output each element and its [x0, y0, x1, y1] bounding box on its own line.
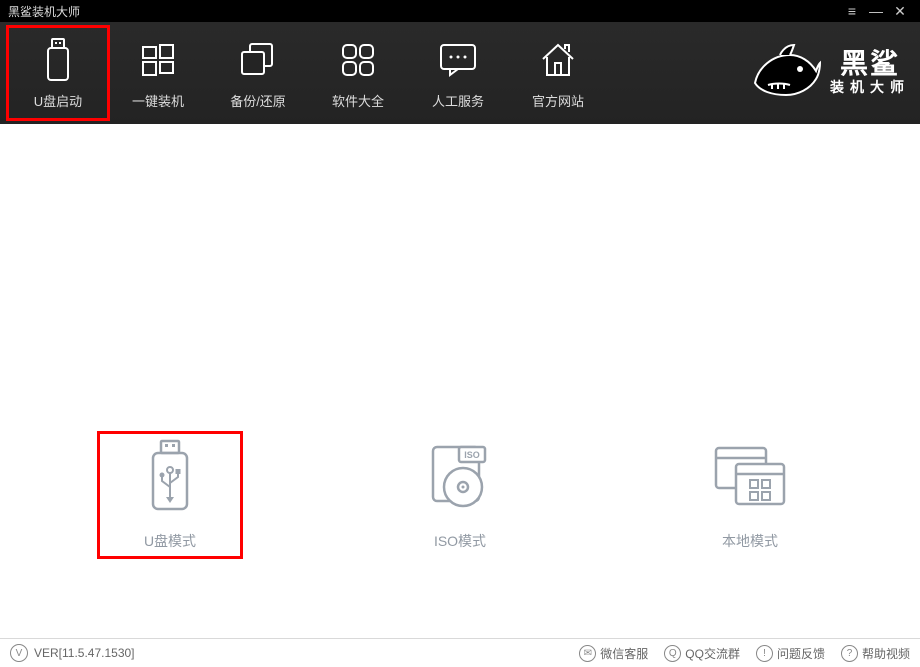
- nav-label: 一键装机: [132, 91, 184, 110]
- footer-link-label: QQ交流群: [685, 645, 740, 662]
- footer-wechat[interactable]: ✉ 微信客服: [579, 645, 648, 662]
- footer-feedback[interactable]: ! 问题反馈: [756, 645, 825, 662]
- footer-help[interactable]: ? 帮助视频: [841, 645, 910, 662]
- app-window: 黑鲨装机大师 ≡ — ✕ U盘启动: [0, 0, 920, 667]
- nav-one-click-install[interactable]: 一键装机: [108, 27, 208, 119]
- nav-official-site[interactable]: 官方网站: [508, 27, 608, 119]
- footer: V VER[11.5.47.1530] ✉ 微信客服 Q QQ交流群 ! 问题反…: [0, 638, 920, 667]
- iso-icon: ISO: [425, 439, 495, 513]
- footer-link-label: 问题反馈: [777, 645, 825, 662]
- shark-icon: [750, 43, 822, 101]
- mode-label: U盘模式: [144, 531, 196, 551]
- menu-button[interactable]: ≡: [840, 3, 864, 19]
- footer-link-label: 微信客服: [600, 645, 648, 662]
- mode-label: 本地模式: [722, 531, 778, 551]
- usb-large-icon: [144, 439, 196, 513]
- nav-backup-restore[interactable]: 备份/还原: [208, 27, 308, 119]
- qq-icon: Q: [664, 645, 681, 662]
- windows-icon: [140, 37, 176, 83]
- brand-text: 黑鲨 装机大师: [830, 49, 910, 95]
- nav-label: 备份/还原: [230, 91, 286, 110]
- version-icon: V: [10, 644, 28, 662]
- home-icon: [538, 37, 578, 83]
- nav-usb-boot[interactable]: U盘启动: [8, 27, 108, 119]
- brand-line2: 装机大师: [830, 80, 910, 95]
- close-button[interactable]: ✕: [888, 3, 912, 20]
- titlebar: 黑鲨装机大师 ≡ — ✕: [0, 0, 920, 22]
- mode-iso[interactable]: ISO ISO模式: [395, 439, 525, 551]
- svg-text:ISO: ISO: [464, 450, 480, 460]
- window-title: 黑鲨装机大师: [8, 3, 80, 20]
- version-text: VER[11.5.47.1530]: [34, 646, 135, 660]
- wechat-icon: ✉: [579, 645, 596, 662]
- brand-line1: 黑鲨: [830, 49, 910, 80]
- main-content: U盘模式 ISO ISO模式: [0, 124, 920, 638]
- mode-label: ISO模式: [434, 531, 486, 551]
- usb-icon: [43, 37, 73, 83]
- footer-qq[interactable]: Q QQ交流群: [664, 645, 740, 662]
- nav-manual-service[interactable]: 人工服务: [408, 27, 508, 119]
- mode-usb[interactable]: U盘模式: [105, 439, 235, 551]
- minimize-button[interactable]: —: [864, 3, 888, 19]
- grid-icon: [340, 37, 376, 83]
- mode-local[interactable]: 本地模式: [685, 439, 815, 551]
- nav-label: U盘启动: [34, 91, 82, 110]
- feedback-icon: !: [756, 645, 773, 662]
- nav-label: 软件大全: [332, 91, 384, 110]
- brand-logo: 黑鲨 装机大师: [750, 32, 910, 112]
- nav-software-all[interactable]: 软件大全: [308, 27, 408, 119]
- navbar: U盘启动 一键装机 备份/还原: [0, 22, 920, 124]
- mode-list: U盘模式 ISO ISO模式: [0, 439, 920, 551]
- nav-label: 人工服务: [432, 91, 484, 110]
- local-icon: [712, 439, 788, 513]
- footer-link-label: 帮助视频: [862, 645, 910, 662]
- copy-icon: [238, 37, 278, 83]
- help-icon: ?: [841, 645, 858, 662]
- nav-label: 官方网站: [532, 91, 584, 110]
- chat-icon: [438, 37, 478, 83]
